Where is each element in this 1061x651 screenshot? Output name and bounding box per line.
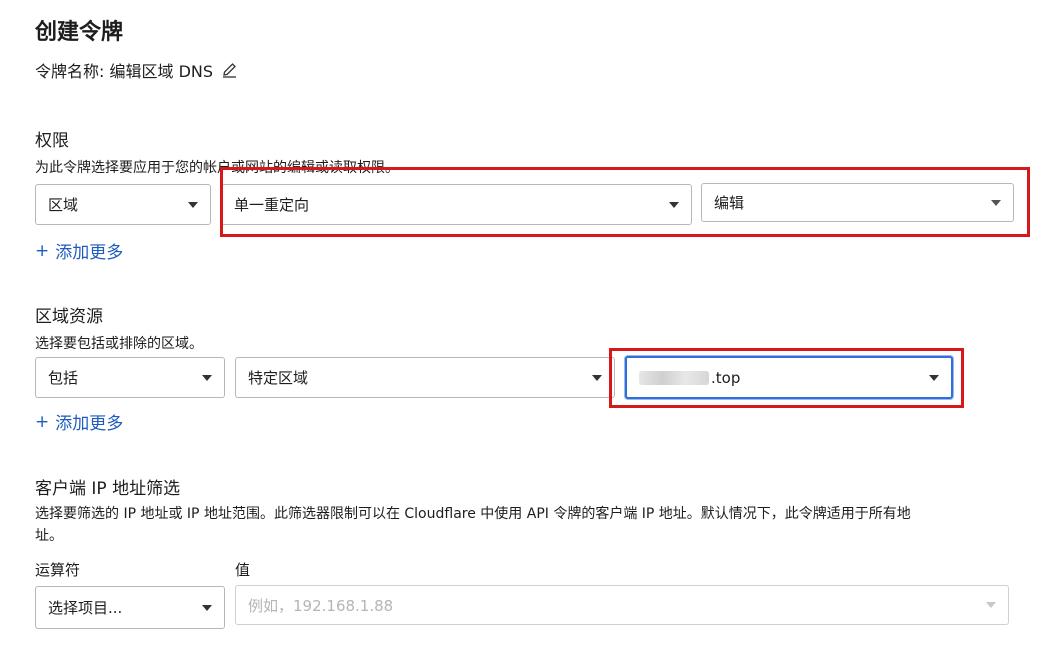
permissions-description: 为此令牌选择要应用于您的帐户或网站的编辑或读取权限。 [35,160,399,176]
redacted-domain [639,370,709,385]
permissions-title: 权限 [35,131,69,151]
value-label: 值 [235,561,251,579]
ip-filter-description-line: 选择要筛选的 IP 地址或 IP 地址范围。此筛选器限制可以在 Cloudfla… [35,506,911,522]
token-name-label: 令牌名称: 编辑区域 DNS [35,62,214,81]
permission-scope-value: 区域 [48,196,79,214]
chevron-down-icon [669,201,679,208]
zone-type-value: 特定区域 [248,369,309,387]
permission-scope-select[interactable]: 区域 [35,184,211,225]
ip-filter-title: 客户端 IP 地址筛选 [35,479,181,499]
add-more-label: 添加更多 [55,243,124,263]
permission-access-select[interactable]: 编辑 [701,183,1014,222]
operator-select-value: 选择项目... [48,599,123,617]
operator-label: 运算符 [35,561,81,579]
permission-resource-value: 单一重定向 [234,196,310,214]
zone-type-select[interactable]: 特定区域 [235,357,615,398]
token-name-row: 令牌名称: 编辑区域 DNS [35,58,239,82]
chevron-down-icon [188,201,198,208]
zone-include-value: 包括 [48,369,79,387]
plus-icon: + [35,240,50,261]
operator-select[interactable]: 选择项目... [35,586,225,629]
zone-resources-description: 选择要包括或排除的区域。 [35,336,203,352]
ip-filter-description: 选择要筛选的 IP 地址或 IP 地址范围。此筛选器限制可以在 Cloudfla… [35,503,1035,547]
plus-icon: + [35,411,50,432]
ip-value-input[interactable]: 例如，192.168.1.88 [235,585,1009,625]
chevron-down-icon [592,374,602,381]
ip-filter-description-line: 址。 [35,528,63,544]
ip-value-placeholder: 例如，192.168.1.88 [248,596,394,615]
permission-access-value: 编辑 [714,194,745,212]
zone-domain-value: .top [711,368,741,387]
chevron-down-icon [202,374,212,381]
chevron-down-icon [986,602,996,608]
chevron-down-icon [991,199,1001,206]
zone-resources-title: 区域资源 [35,307,103,327]
add-more-permissions-link[interactable]: + 添加更多 [35,238,124,264]
add-more-label: 添加更多 [55,414,124,434]
zone-domain-select[interactable]: .top [625,356,953,399]
permission-resource-select[interactable]: 单一重定向 [221,184,692,225]
chevron-down-icon [202,604,212,611]
pencil-icon[interactable] [221,61,239,79]
add-more-zones-link[interactable]: + 添加更多 [35,409,124,435]
page-title: 创建令牌 [35,20,124,45]
zone-include-select[interactable]: 包括 [35,357,225,398]
chevron-down-icon [929,374,939,381]
